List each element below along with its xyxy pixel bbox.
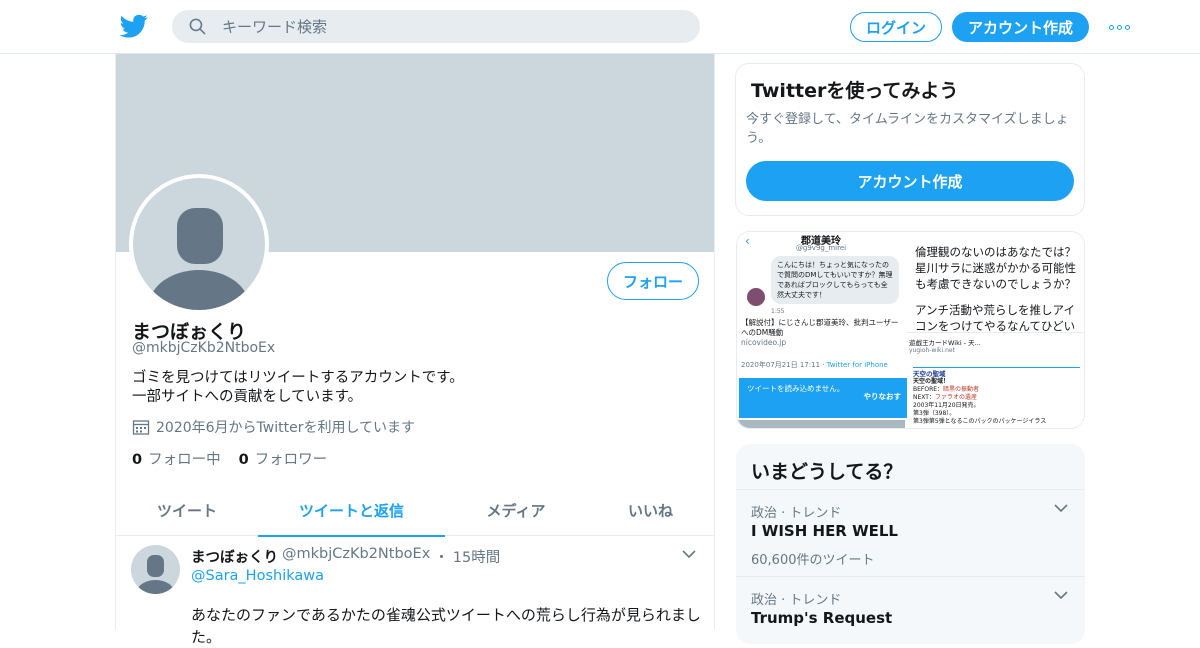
- signup-card-title: Twitterを使ってみよう: [751, 80, 959, 102]
- search-bar[interactable]: [172, 10, 700, 43]
- joined-text: 2020年6月からTwitterを利用しています: [156, 420, 416, 436]
- twitter-logo-icon[interactable]: [120, 12, 148, 40]
- signup-card-subtitle: 今すぐ登録して、タイムラインをカスタマイズしましょう。: [746, 112, 1069, 146]
- signup-card-button[interactable]: アカウント作成: [746, 161, 1074, 201]
- chevron-down-icon[interactable]: [1054, 591, 1068, 600]
- search-input[interactable]: [222, 10, 682, 43]
- media-retry: やりなおす: [863, 392, 902, 401]
- chevron-down-icon[interactable]: [1054, 504, 1068, 513]
- default-avatar-icon: [149, 208, 249, 310]
- top-bar: ログイン アカウント作成: [0, 0, 1200, 54]
- media-thumbnail[interactable]: 倫理観のないのはあなたでは？星川サラに迷惑がかかる可能性も考慮できないのでしょう…: [907, 232, 1084, 428]
- trends-title: いまどうしてる？: [751, 461, 903, 483]
- chevron-down-icon[interactable]: [682, 550, 696, 559]
- tweet-text: あなたのファンであるかたの雀魂公式ツイートへの荒らし行為が見られました。: [191, 606, 701, 646]
- tweet-header: まつぼぉくり @mkbjCzKb2NtboEx ・ 15時間: [191, 546, 500, 567]
- media-divider: [737, 420, 905, 428]
- tab-media[interactable]: メディア: [445, 484, 587, 536]
- avatar: [747, 288, 765, 306]
- tweet-author-handle[interactable]: @mkbjCzKb2NtboEx: [282, 546, 430, 567]
- joined-date: 2020年6月からTwitterを利用しています: [132, 417, 415, 437]
- default-avatar-icon: [136, 555, 175, 594]
- media-dm-time: 1:55: [771, 308, 785, 315]
- more-options-icon[interactable]: [1106, 16, 1132, 38]
- tab-tweets-and-replies[interactable]: ツイートと返信: [258, 484, 445, 537]
- trend-item[interactable]: 政治 · トレンド I WISH HER WELL 60,600件のツイート: [736, 489, 1085, 575]
- tweet-timestamp[interactable]: 15時間: [453, 546, 500, 567]
- signup-card: Twitterを使ってみよう 今すぐ登録して、タイムラインをカスタマイズしましょ…: [735, 63, 1085, 216]
- trends-panel: いまどうしてる？ 政治 · トレンド I WISH HER WELL 60,60…: [736, 444, 1085, 644]
- trend-meta: 政治 · トレンド: [751, 593, 842, 608]
- media-text: 倫理観のないのはあなたでは？星川サラに迷惑がかかる可能性も考慮できないのでしょう…: [915, 245, 1076, 333]
- tweet-avatar[interactable]: [131, 545, 180, 594]
- login-button[interactable]: ログイン: [850, 12, 942, 42]
- media-link-domain: nicovideo.jp: [741, 338, 787, 347]
- media-link-card: 【解説付】にじさんじ郡道美玲、批判ユーザーへのDM騒動 nicovideo.jp: [741, 318, 903, 354]
- tweet-item[interactable]: まつぼぉくり @mkbjCzKb2NtboEx ・ 15時間 @Sara_Hos…: [116, 536, 714, 646]
- profile-column: フォロー まつぼぉくり @mkbjCzKb2NtboEx ゴミを見つけてはリツイ…: [115, 54, 715, 646]
- tab-tweets[interactable]: ツイート: [116, 484, 258, 536]
- signup-button[interactable]: アカウント作成: [952, 12, 1089, 42]
- search-icon: [189, 18, 206, 35]
- media-link-title: 【解説付】にじさんじ郡道美玲、批判ユーザーへのDM騒動: [741, 318, 899, 337]
- followers-stat[interactable]: 0 フォロワー: [239, 448, 328, 469]
- calendar-icon: [132, 420, 150, 435]
- media-page: 天空の聖域 天空の聖域！ BEFORE：暗黒の振動者 NEXT：ファラオの遺産 …: [913, 367, 1080, 427]
- media-browser: 遊戯王カードWiki - 天... yugioh-wiki.net 天空の聖域 …: [907, 332, 1084, 428]
- tweet-author-name[interactable]: まつぼぉくり: [191, 546, 278, 567]
- tweet-separator: ・: [434, 550, 449, 566]
- trend-count: 60,600件のツイート: [751, 553, 875, 568]
- tab-likes[interactable]: いいね: [587, 484, 714, 536]
- bio-line: ゴミを見つけてはリツイートするアカウントです。: [132, 370, 464, 386]
- profile-tabs: ツイート ツイートと返信 メディア いいね: [116, 484, 714, 537]
- trend-name: I WISH HER WELL: [751, 522, 898, 540]
- trend-name: Trump's Request: [751, 609, 893, 627]
- profile-handle: @mkbjCzKb2NtboEx: [132, 340, 276, 356]
- follow-stats: 0 フォロー中 0 フォロワー: [132, 448, 327, 469]
- media-meta: 2020年07月21日 17:11 · Twitter for iPhone: [741, 361, 888, 369]
- following-stat[interactable]: 0 フォロー中: [132, 448, 221, 469]
- media-load-error: ツイートを読み込めません。 やりなおす: [739, 378, 907, 418]
- media-dm-bubble: こんにちは！ちょっと気になったので質問のDMしてもいいですか？無理であればブロッ…: [771, 256, 899, 304]
- profile-bio: ゴミを見つけてはリツイートするアカウントです。 一部サイトへの貢献をしています。: [132, 369, 464, 407]
- media-browser-bar: 遊戯王カードWiki - 天... yugioh-wiki.net: [909, 339, 981, 354]
- profile-avatar[interactable]: [129, 174, 269, 314]
- media-thumbnail[interactable]: 郡道美玲 ‹ @g9v9g_mirei こんにちは！ちょっと気になったので質問の…: [737, 232, 907, 428]
- tweet-reply-to[interactable]: @Sara_Hoshikawa: [191, 568, 324, 584]
- bio-line: 一部サイトへの貢献をしています。: [132, 389, 363, 405]
- media-dm-handle: @g9v9g_mirei: [795, 244, 847, 252]
- follow-button[interactable]: フォロー: [607, 262, 699, 300]
- trend-meta: 政治 · トレンド: [751, 506, 842, 521]
- trend-item[interactable]: 政治 · トレンド Trump's Request: [736, 576, 1085, 644]
- media-preview[interactable]: 郡道美玲 ‹ @g9v9g_mirei こんにちは！ちょっと気になったので質問の…: [736, 231, 1085, 429]
